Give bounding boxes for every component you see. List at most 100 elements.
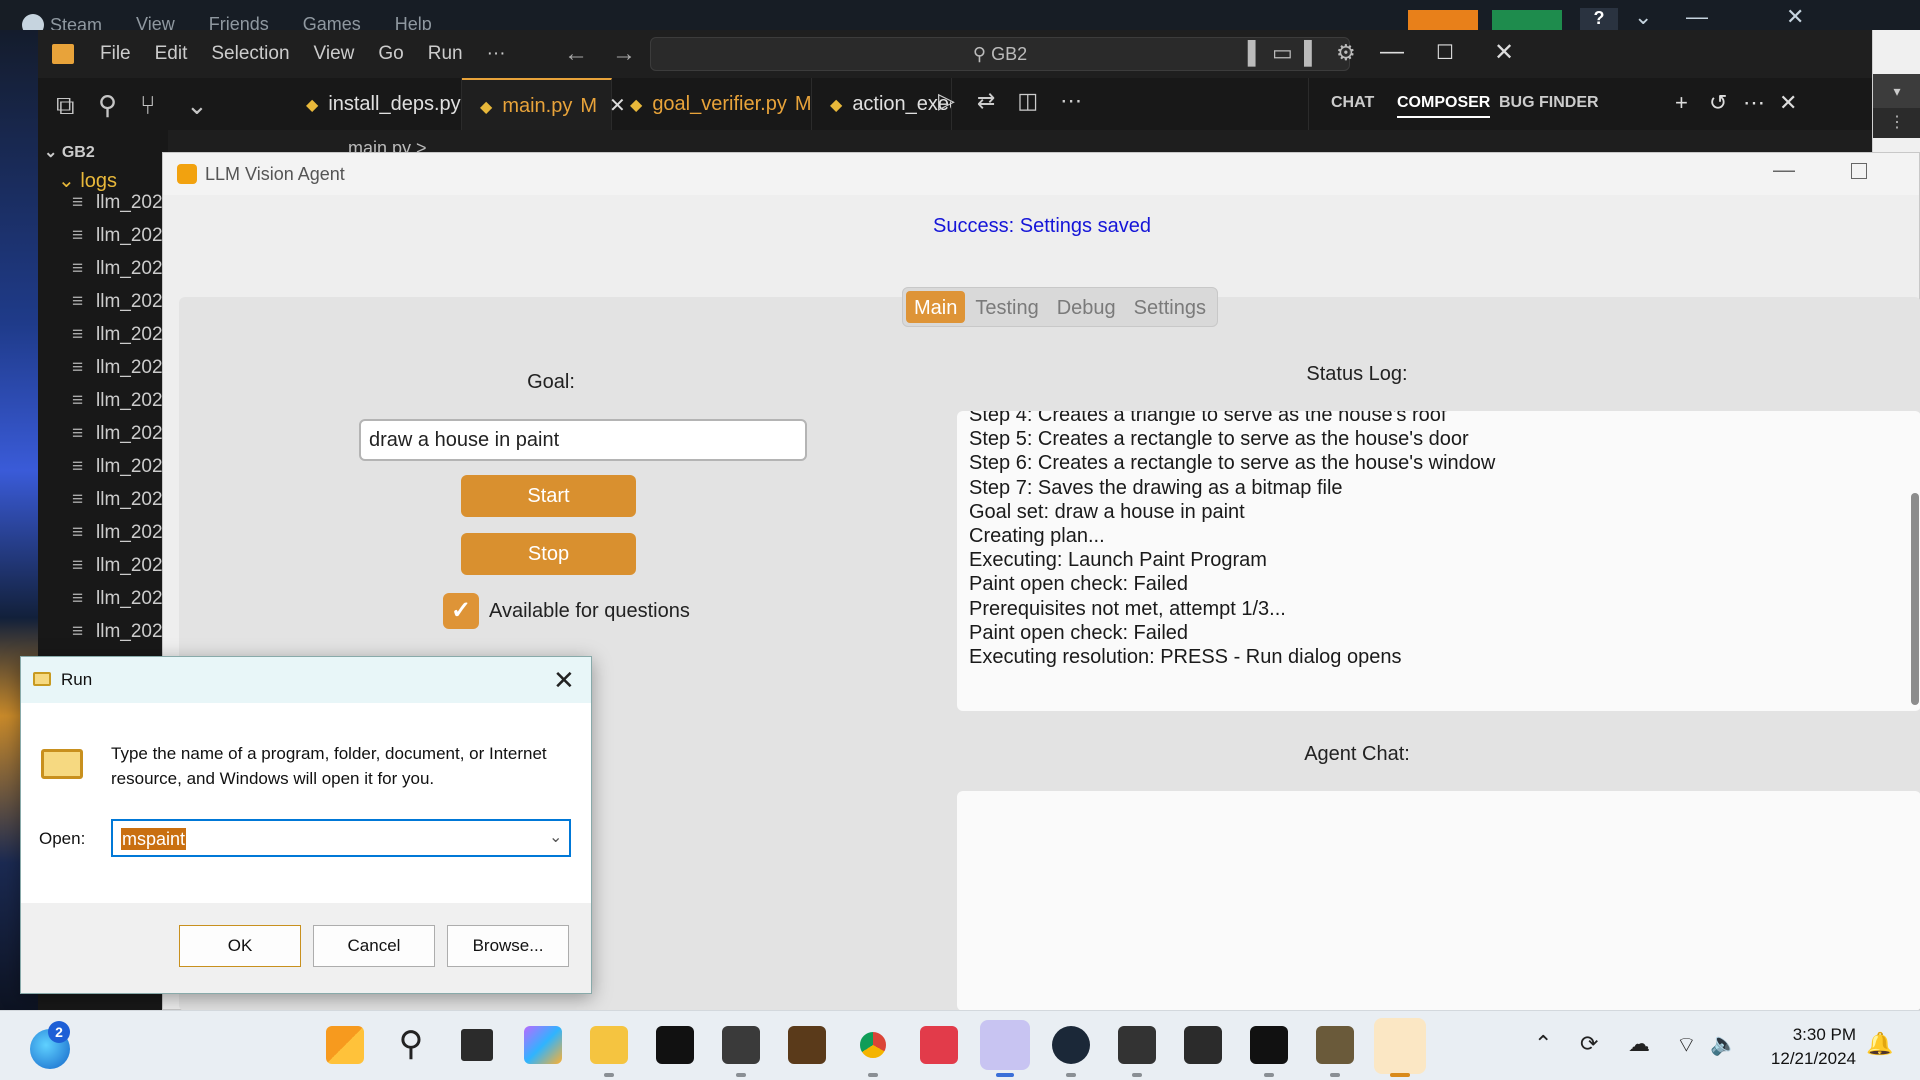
explorer-file-item[interactable]: ≡ llm_202 (72, 417, 163, 450)
wifi-icon[interactable]: ⌔ (1676, 1031, 1697, 1059)
rsi-launcher-icon[interactable] (788, 1026, 826, 1064)
explorer-file-item[interactable]: ≡ llm_202 (72, 318, 163, 351)
open-input-value[interactable]: mspaint (121, 828, 187, 850)
explorer-file-item[interactable]: ≡ llm_202 (72, 186, 163, 219)
teamviewer-icon[interactable] (980, 1020, 1030, 1070)
volume-icon[interactable]: 🔈 (1710, 1031, 1737, 1057)
start-icon[interactable] (326, 1026, 364, 1064)
tab-bug-finder[interactable]: BUG FINDER (1499, 94, 1599, 112)
explorer-file-item[interactable]: ≡ llm_202 (72, 516, 163, 549)
menu-more[interactable]: ··· (487, 43, 506, 65)
explorer-file-item[interactable]: ≡ llm_202 (72, 582, 163, 615)
vscode-minimize-icon[interactable]: — (1380, 38, 1404, 66)
chevron-up-icon[interactable]: ⌃ (1534, 1031, 1552, 1057)
toggle-panel-icon[interactable]: ▭ (1272, 40, 1293, 66)
copilot-icon[interactable] (524, 1026, 562, 1064)
explorer-file-item[interactable]: ≡ llm_202 (72, 450, 163, 483)
unity-hub-icon[interactable] (1118, 1026, 1156, 1064)
agent-chat-area[interactable] (957, 791, 1920, 1011)
vscode-maximize-icon[interactable]: ☐ (1436, 40, 1454, 65)
tab-composer[interactable]: COMPOSER (1397, 94, 1491, 118)
tab-main[interactable]: ◆ main.py M ✕ (462, 78, 626, 130)
notes-app-icon[interactable] (920, 1026, 958, 1064)
tab-testing[interactable]: Testing (967, 291, 1046, 323)
menu-edit[interactable]: Edit (155, 43, 188, 65)
notification-bell-icon[interactable]: 🔔 (1866, 1031, 1893, 1057)
explorer-file-item[interactable]: ≡ llm_202 (72, 384, 163, 417)
tab-settings[interactable]: Settings (1126, 291, 1214, 323)
steam-dropdown-icon[interactable]: ⌄ (1634, 4, 1652, 30)
history-icon[interactable]: ↺ (1709, 90, 1727, 116)
tab-chat[interactable]: CHAT (1331, 94, 1374, 112)
cancel-button[interactable]: Cancel (313, 925, 435, 967)
toggle-secondary-sidebar-icon[interactable]: ▌ (1304, 40, 1320, 66)
more-actions-icon[interactable]: ⋯ (1060, 88, 1082, 114)
maximize-icon[interactable] (1851, 163, 1867, 179)
new-chat-icon[interactable]: + (1675, 90, 1688, 116)
menu-go[interactable]: Go (378, 43, 403, 65)
menu-file[interactable]: File (100, 43, 131, 65)
search-icon[interactable]: ⚲ (392, 1026, 430, 1064)
browse-button[interactable]: Browse... (447, 925, 569, 967)
tab-debug[interactable]: Debug (1049, 291, 1124, 323)
checkmark-icon[interactable]: ✓ (443, 593, 479, 629)
cursor-editor-icon[interactable] (1250, 1026, 1288, 1064)
status-log-scrollbar[interactable] (1911, 493, 1919, 705)
vscode-close-icon[interactable]: ✕ (1494, 38, 1514, 67)
explorer-file-item[interactable]: ≡ llm_202 (72, 351, 163, 384)
steam-notification-button[interactable] (1492, 10, 1562, 32)
settings-gear-icon[interactable]: ⚙ (1336, 40, 1356, 66)
background-dropdown-icon[interactable]: ▾ (1873, 74, 1920, 108)
chrome-icon[interactable] (854, 1026, 892, 1064)
onedrive-icon[interactable]: ☁ (1628, 1031, 1650, 1057)
minimize-icon[interactable]: — (1773, 157, 1795, 183)
tab-install-deps[interactable]: ◆ install_deps.py (288, 78, 462, 130)
explorer-file-item[interactable]: ≡ llm_202 (72, 219, 163, 252)
explorer-file-item[interactable]: ≡ llm_202 (72, 483, 163, 516)
search-view-icon[interactable]: ⚲ (98, 90, 117, 121)
status-log[interactable]: Step 4: Creates a triangle to serve as t… (957, 411, 1920, 711)
explorer-icon[interactable]: ⧉ (56, 90, 75, 122)
menu-selection[interactable]: Selection (211, 43, 289, 65)
unity-icon[interactable] (722, 1026, 760, 1064)
run-taskbar-icon[interactable] (1374, 1018, 1426, 1074)
start-button[interactable]: Start (461, 475, 636, 517)
tab-main[interactable]: Main (906, 291, 966, 323)
source-control-icon[interactable]: ⑂ (140, 90, 156, 121)
file-explorer-icon[interactable] (590, 1026, 628, 1064)
chevron-down-icon[interactable]: ⌄ (549, 827, 562, 847)
background-more-icon[interactable]: ⋮ (1873, 108, 1920, 138)
steam-minimize-icon[interactable]: — (1686, 4, 1708, 30)
split-editor-icon[interactable]: ◫ (1017, 88, 1038, 114)
tab-action-exec[interactable]: ◆ action_exec (812, 78, 952, 130)
clock[interactable]: 3:30 PM 12/21/2024 (1756, 1023, 1856, 1071)
compare-icon[interactable]: ⇄ (977, 88, 995, 114)
stop-button[interactable]: Stop (461, 533, 636, 575)
chevron-down-icon[interactable]: ⌄ (186, 90, 208, 121)
run-icon[interactable]: ▷ (938, 88, 955, 114)
steam-announcement-button[interactable] (1408, 10, 1478, 32)
more-icon[interactable]: ⋯ (1743, 90, 1765, 116)
toggle-sidebar-icon[interactable]: ▐ (1240, 40, 1256, 66)
steam-close-icon[interactable]: ✕ (1786, 4, 1804, 30)
tab-goal-verifier[interactable]: ◆ goal_verifier.py M (612, 78, 812, 130)
steam-help-button[interactable]: ? (1580, 8, 1618, 32)
close-icon[interactable]: ✕ (553, 665, 575, 696)
cursor-app-icon[interactable] (656, 1026, 694, 1064)
terminal-icon[interactable] (1184, 1026, 1222, 1064)
explorer-file-item[interactable]: ≡ llm_202 (72, 549, 163, 582)
menu-run[interactable]: Run (428, 43, 463, 65)
open-combobox[interactable]: mspaint ⌄ (111, 819, 571, 857)
python-app-icon[interactable] (1316, 1026, 1354, 1064)
ok-button[interactable]: OK (179, 925, 301, 967)
workspace-root[interactable]: ⌄ GB2 (44, 142, 95, 162)
close-chat-icon[interactable]: ✕ (1779, 90, 1797, 116)
menu-view[interactable]: View (314, 43, 355, 65)
explorer-file-item[interactable]: ≡ llm_202 (72, 252, 163, 285)
explorer-file-item[interactable]: ≡ llm_202 (72, 615, 163, 648)
steam-taskbar-icon[interactable] (1052, 1026, 1090, 1064)
explorer-file-item[interactable]: ≡ llm_202 (72, 285, 163, 318)
available-checkbox[interactable]: ✓ Available for questions (443, 593, 690, 629)
back-arrow-icon[interactable]: ← (564, 40, 612, 67)
task-view-icon[interactable] (458, 1026, 496, 1064)
